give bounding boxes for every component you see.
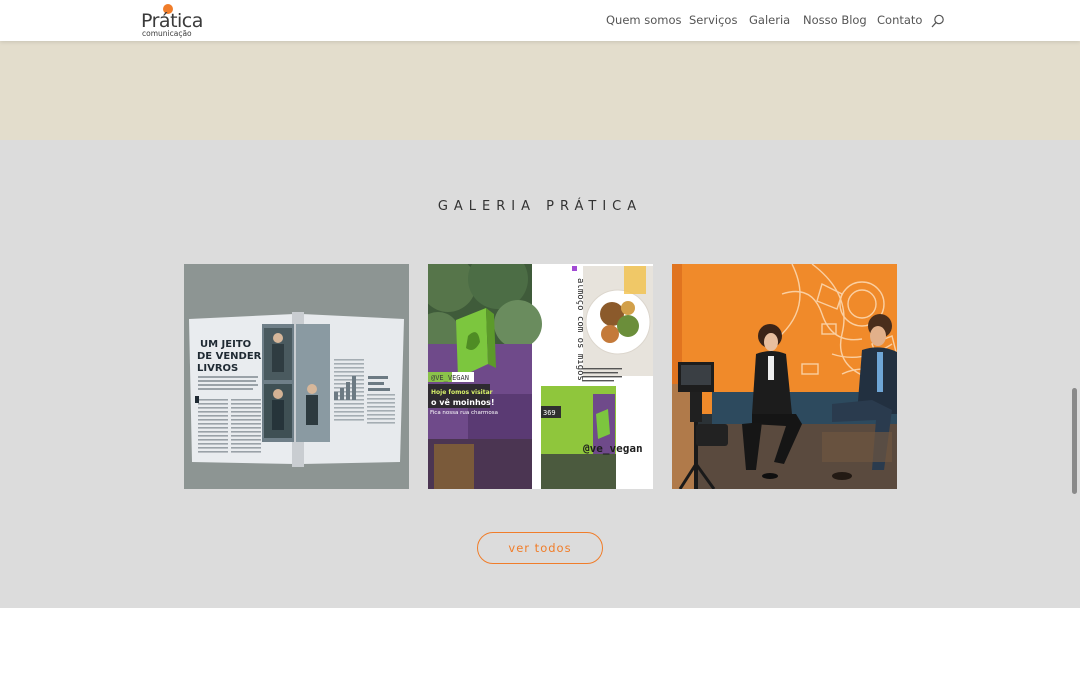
magazine-headline-3: LIVROS [197,363,238,374]
scrollbar-thumb[interactable] [1072,388,1077,494]
vegan-number: 369 [543,409,556,417]
vegan-handle: @ve_vegan [583,442,643,455]
search-icon[interactable] [931,14,945,28]
magazine-headline-2: DE VENDER [197,351,262,362]
gallery-title: GALERIA PRÁTICA [437,199,643,214]
vegan-banner-line-2: o vê moinhos! [431,397,495,407]
nav-item-quem-somos[interactable]: Quem somos [606,13,682,27]
vegan-caption: Fica nossa rua charmosa [430,410,498,416]
gallery-image-magazine[interactable]: UM JEITO DE VENDER LIVROS [184,264,409,489]
gallery-section: GALERIA PRÁTICA UM JEITO DE VENDER LIVRO… [0,140,1080,608]
vegan-tag: @VE_VEGAN [431,374,469,382]
main-nav: Quem somos Serviços Galeria Nosso Blog C… [0,13,1080,29]
next-section [0,608,1080,675]
nav-item-servicos[interactable]: Serviços [689,13,737,27]
beige-band [0,41,1080,140]
nav-item-contato[interactable]: Contato [877,13,922,27]
vegan-banner-line-1: Hoje fomos visitar [431,389,493,396]
logo-subtext: comunicação [142,29,192,38]
nav-item-galeria[interactable]: Galeria [749,13,790,27]
gallery-image-interview[interactable] [672,264,897,489]
gallery-image-vegan[interactable]: @VE_VEGAN Hoje fomos visitar o vê moinho… [428,264,653,489]
ver-todos-button[interactable]: ver todos [477,532,603,564]
nav-item-blog[interactable]: Nosso Blog [803,13,867,27]
magazine-headline-1: UM JEITO [200,339,251,350]
site-header: Prática comunicação Quem somos Serviços … [0,0,1080,41]
